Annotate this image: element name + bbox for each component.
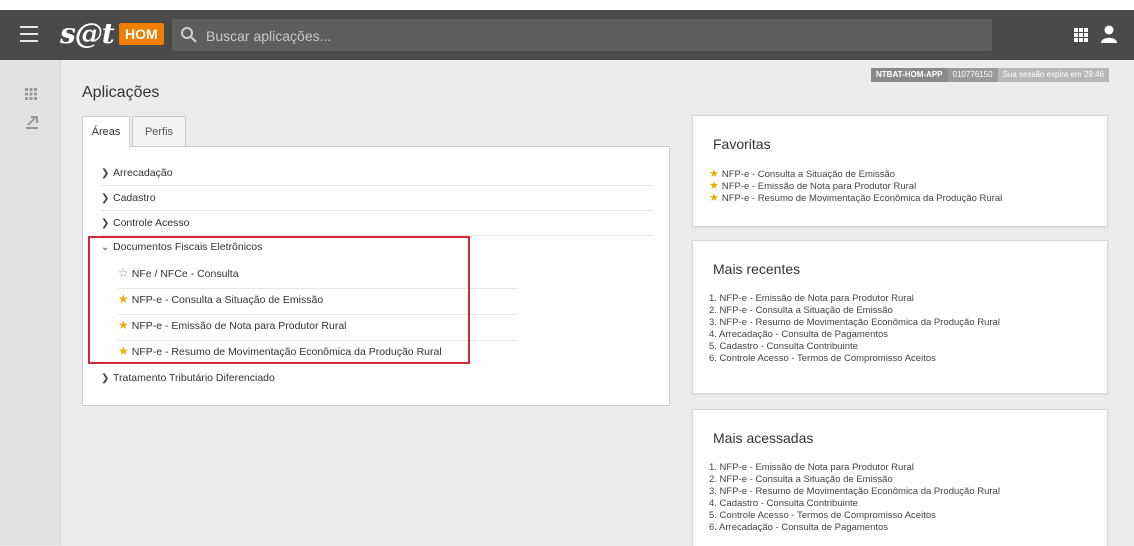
tab-perfis[interactable]: Perfis	[132, 116, 186, 147]
list-item[interactable]: 2. NFP-e - Consulta a Situação de Emissã…	[709, 474, 1000, 486]
top-strip	[0, 0, 1134, 10]
list-item[interactable]: 5. Cadastro - Consulta Contribuinte	[709, 341, 1000, 353]
favoritas-list: ★ NFP-e - Consulta a Situação de Emissão …	[709, 168, 1002, 204]
favorite-item[interactable]: ★ NFP-e - Resumo de Movimentação Econômic…	[709, 192, 1002, 204]
tree-child-nfe-consulta[interactable]: ☆ NFe / NFCe - Consulta	[118, 266, 518, 289]
session-expiry: Sua sessão expira em 29:46	[997, 68, 1109, 82]
tree-child-nfpe-consulta-situacao[interactable]: ★ NFP-e - Consulta a Situação de Emissão	[118, 292, 518, 315]
list-item[interactable]: 4. Cadastro - Consulta Contribuinte	[709, 498, 1000, 510]
mais-acessadas-card: Mais acessadas 1. NFP-e - Emissão de Not…	[692, 409, 1108, 546]
chevron-right-icon: ❯	[101, 193, 110, 204]
environment-badge: HOM	[119, 23, 164, 45]
list-item[interactable]: 3. NFP-e - Resumo de Movimentação Econôm…	[709, 317, 1000, 329]
star-icon: ★	[709, 192, 719, 204]
page-title: Aplicações	[82, 84, 160, 101]
chevron-right-icon: ❯	[101, 218, 110, 229]
chevron-right-icon: ❯	[101, 168, 110, 179]
tree-item-tratamento-tributario[interactable]: ❯ Tratamento Tributário Diferenciado	[101, 372, 653, 384]
tree-item-label: Arrecadação	[113, 167, 173, 179]
tree-item-label: Controle Acesso	[113, 217, 190, 229]
export-icon[interactable]	[25, 115, 39, 129]
server-name: NTBAT-HOM-APP	[871, 68, 948, 82]
user-id: 010776150	[947, 68, 998, 82]
tab-areas[interactable]: Áreas	[82, 116, 130, 148]
favorite-item[interactable]: ★ NFP-e - Consulta a Situação de Emissão	[709, 168, 1002, 180]
mais-recentes-card: Mais recentes 1. NFP-e - Emissão de Nota…	[692, 240, 1108, 394]
list-item[interactable]: 1. NFP-e - Emissão de Nota para Produtor…	[709, 462, 1000, 474]
star-icon[interactable]: ★	[118, 318, 129, 332]
left-rail	[0, 60, 61, 545]
chevron-right-icon: ❯	[101, 373, 110, 384]
tree-child-nfpe-emissao[interactable]: ★ NFP-e - Emissão de Nota para Produtor R…	[118, 318, 518, 341]
card-title: Mais recentes	[713, 261, 801, 277]
user-icon[interactable]	[1100, 24, 1118, 44]
tree-item-arrecadacao[interactable]: ❯ Arrecadação	[101, 167, 653, 186]
tree-child-label: NFP-e - Consulta a Situação de Emissão	[131, 294, 324, 306]
tree-item-label: Cadastro	[113, 192, 156, 204]
apps-grid-icon[interactable]	[1074, 28, 1088, 42]
tree-item-controle-acesso[interactable]: ❯ Controle Acesso	[101, 217, 653, 236]
favoritas-card: Favoritas ★ NFP-e - Consulta a Situação d…	[692, 115, 1108, 227]
sat-logo[interactable]: s@t	[60, 17, 115, 50]
search-input[interactable]	[204, 25, 968, 47]
item-label: NFP-e - Consulta a Situação de Emissão	[721, 169, 896, 180]
session-info: NTBAT-HOM-APP 010776150 Sua sessão expir…	[871, 68, 1109, 82]
item-label: NFP-e - Resumo de Movimentação Econômica…	[721, 193, 1003, 204]
list-item[interactable]: 6. Controle Acesso - Termos de Compromis…	[709, 353, 1000, 365]
star-icon[interactable]: ★	[118, 292, 129, 306]
recentes-list: 1. NFP-e - Emissão de Nota para Produtor…	[709, 293, 1000, 365]
acessadas-list: 1. NFP-e - Emissão de Nota para Produtor…	[709, 462, 1000, 534]
tree-child-label: NFe / NFCe - Consulta	[131, 268, 239, 280]
chevron-down-icon: ⌄	[101, 242, 110, 253]
tree-item-label: Tratamento Tributário Diferenciado	[113, 372, 275, 384]
star-icon: ★	[709, 180, 719, 192]
card-title: Favoritas	[713, 136, 771, 152]
list-item[interactable]: 3. NFP-e - Resumo de Movimentação Econôm…	[709, 486, 1000, 498]
list-item[interactable]: 6. Arrecadação - Consulta de Pagamentos	[709, 522, 1000, 534]
areas-tree-panel: ❯ Arrecadação ❯ Cadastro ❯ Controle Acesso …	[82, 146, 670, 406]
tree-child-nfpe-resumo[interactable]: ★ NFP-e - Resumo de Movimentação Econômic…	[118, 344, 518, 366]
list-item[interactable]: 4. Arrecadação - Consulta de Pagamentos	[709, 329, 1000, 341]
star-outline-icon[interactable]: ☆	[118, 266, 129, 280]
tree-child-label: NFP-e - Emissão de Nota para Produtor Ru…	[131, 320, 347, 332]
tree-child-label: NFP-e - Resumo de Movimentação Econômica…	[131, 346, 442, 358]
list-item[interactable]: 1. NFP-e - Emissão de Nota para Produtor…	[709, 293, 1000, 305]
favorite-item[interactable]: ★ NFP-e - Emissão de Nota para Produtor R…	[709, 180, 1002, 192]
star-icon: ★	[709, 168, 719, 180]
search-icon	[181, 27, 197, 43]
search-box[interactable]	[172, 19, 992, 51]
tree-item-cadastro[interactable]: ❯ Cadastro	[101, 192, 653, 211]
apps-grid-icon[interactable]	[25, 88, 37, 100]
item-label: NFP-e - Emissão de Nota para Produtor Ru…	[721, 181, 917, 192]
card-title: Mais acessadas	[713, 430, 814, 446]
list-item[interactable]: 5. Controle Acesso - Termos de Compromis…	[709, 510, 1000, 522]
menu-icon[interactable]	[20, 26, 38, 42]
star-icon[interactable]: ★	[118, 344, 129, 358]
tree-item-label: Documentos Fiscais Eletrônicos	[113, 241, 263, 253]
list-item[interactable]: 2. NFP-e - Consulta a Situação de Emissã…	[709, 305, 1000, 317]
tree-item-documentos-fiscais[interactable]: ⌄ Documentos Fiscais Eletrônicos	[101, 241, 653, 253]
top-bar: s@t HOM	[0, 10, 1134, 60]
